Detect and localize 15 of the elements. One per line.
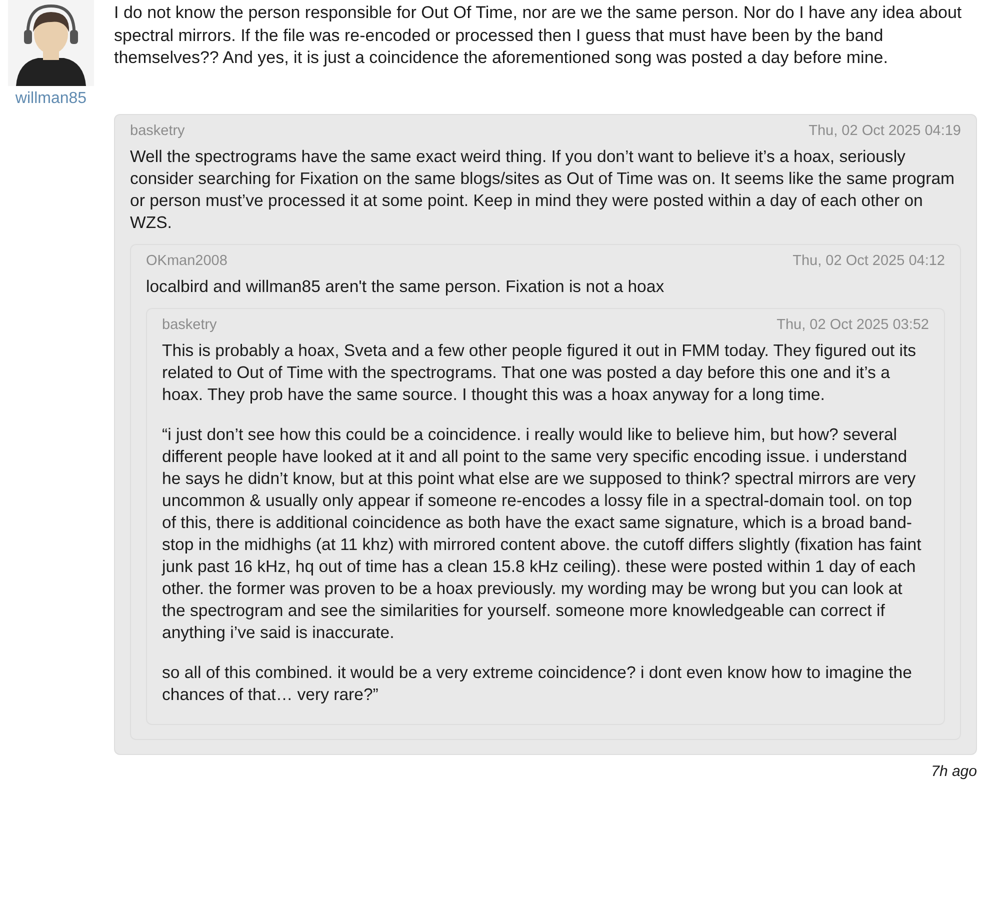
quote-text: Well the spectrograms have the same exact weird thing. If you don’t want to believe it’s a hoax, seriously consider searching for Fixation on the same blogs/sites as Out of Time was on. It seems like the same program or person must’ve processed it at some point. Keep in mind they were posted within a day of each other on WZS. [130, 146, 956, 234]
post-date: Thu, 02 Oct 2025 04:19 [808, 122, 961, 141]
quote-text: “i just don’t see how this could be a coincidence. i really would like to believe him, but how? several different people have looked at it and all point to the same very specific encoding issue. i understand he says he didn’t know, but at this point what else are we supposed to think? spectral mirrors are very uncommon & usually only appear if someone re-encodes a lossy file in a spectral-domain tool. on top of this, there is additional coincidence as both have the exact same signature, which is a broad band-stop in the midhighs (at 11 khz) with mirrored content above. the cutoff differs slightly (fixation has faint junk past 16 kHz, hq out of time has a clean 15.8 kHz ceiling). these were posted within 1 day of each other. the former was proven to be a hoax previously. my wording may be wrong but you can look at the spectrogram and see the similarities for yourself. someone more knowledgeable can correct if anything i’ve said is inaccurate. [162, 424, 922, 644]
quote-text: This is probably a hoax, Sveta and a few other people figured it out in FMM today. They figured out its related to Out of Time with the spectrograms. That one was posted a day before this one and it’s a hoax. They prob have the same source. I thought this was a hoax anyway for a long time. [162, 340, 918, 406]
quote-text: localbird and willman85 aren't the same person. Fixation is not a hoax [146, 276, 666, 298]
post-date: Thu, 02 Oct 2025 03:52 [776, 316, 929, 335]
quote-text: so all of this combined. it would be a very extreme coincidence? i dont even know how to imagine the chances of that… very rare?” [162, 662, 913, 706]
post-time: 7h ago [931, 763, 977, 780]
author-name: basketry [130, 122, 185, 141]
post-text: I do not know the person responsible for Out Of Time, nor are we the same person. Nor do I have any idea about spectral mirrors. If the file was re-encoded or processed then I guess that must have been by the band themselves?? And yes, it is just a coincidence the aforementioned song was posted a day before mine. [114, 2, 963, 69]
author-name: basketry [162, 316, 217, 335]
username[interactable]: willman85 [15, 90, 87, 108]
avatar-icon [8, 0, 94, 86]
author-name: OKman2008 [146, 252, 228, 271]
post-date: Thu, 02 Oct 2025 04:12 [792, 252, 945, 271]
